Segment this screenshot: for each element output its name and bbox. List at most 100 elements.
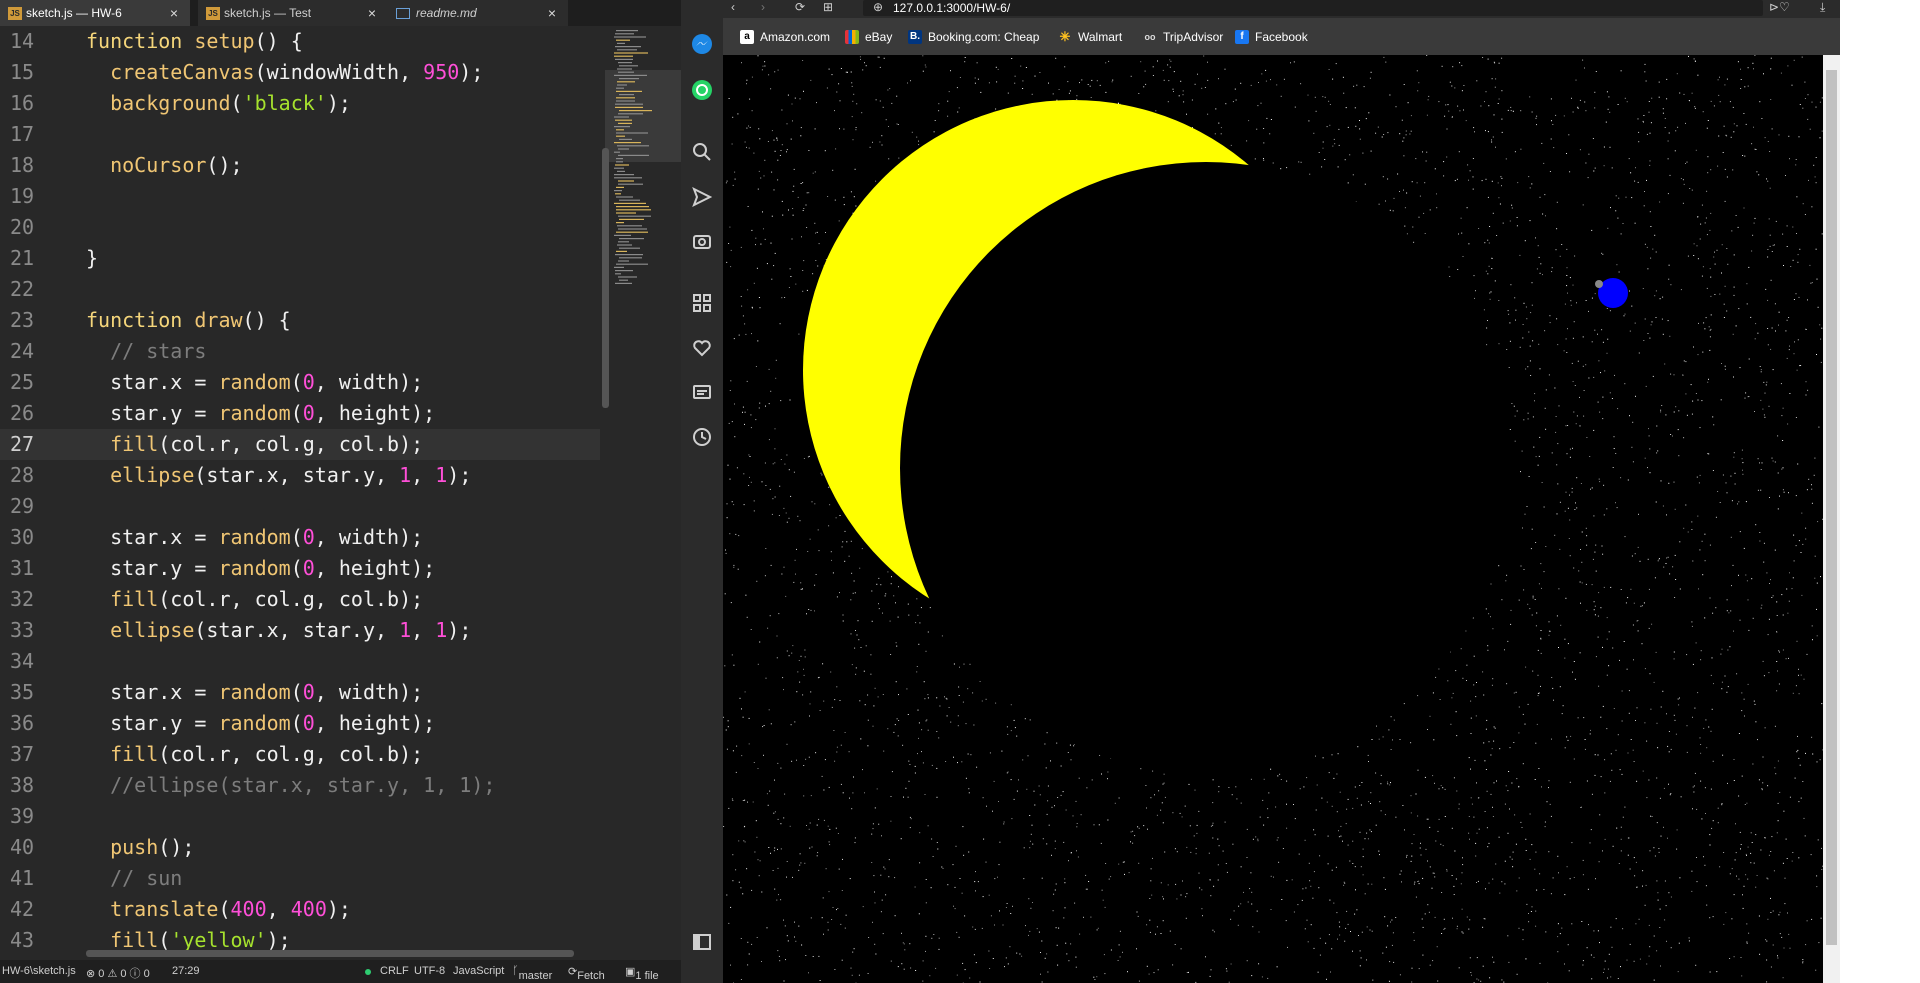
code-token: (col.r, col.g, col.b); <box>158 742 424 766</box>
code-line[interactable]: 38 //ellipse(star.x, star.y, 1, 1); <box>0 770 600 801</box>
code-token: ( <box>230 91 243 115</box>
code-line[interactable]: 32 fill(col.r, col.g, col.b); <box>0 584 600 615</box>
editor-horizontal-scrollbar[interactable] <box>86 950 574 957</box>
code-line[interactable]: 30 star.x = random(0, width); <box>0 522 600 553</box>
code-line[interactable]: 21} <box>0 243 600 274</box>
code-line[interactable]: 28 ellipse(star.x, star.y, 1, 1); <box>0 460 600 491</box>
code-line[interactable]: 17 <box>0 119 600 150</box>
code-text: fill(col.r, col.g, col.b); <box>86 584 423 615</box>
code-text: fill(col.r, col.g, col.b); <box>86 739 423 770</box>
sketch-canvas[interactable] <box>723 55 1823 983</box>
code-line[interactable]: 18 noCursor(); <box>0 150 600 181</box>
panel-icon[interactable] <box>690 930 714 954</box>
back-icon[interactable]: ‹ <box>731 0 735 14</box>
code-line[interactable]: 23 function draw() { <box>0 305 600 336</box>
status-fetch[interactable]: ⟳ Fetch <box>568 965 605 982</box>
status-files[interactable]: ▣ 1 file <box>625 965 659 982</box>
search-icon[interactable] <box>690 140 714 164</box>
minimap[interactable] <box>610 30 680 350</box>
code-line[interactable]: 20 <box>0 212 600 243</box>
code-line[interactable]: 24 // stars <box>0 336 600 367</box>
code-token: ( <box>290 680 303 704</box>
code-line[interactable]: 29 <box>0 491 600 522</box>
status-cursor-position[interactable]: 27:29 <box>172 965 200 977</box>
bookmark-walmart[interactable]: ✳ Walmart <box>1058 29 1123 45</box>
code-line[interactable]: 19 <box>0 181 600 212</box>
messenger-icon[interactable] <box>690 32 714 56</box>
code-line[interactable]: 16 background('black'); <box>0 88 600 119</box>
bookmark-tripadvisor[interactable]: oo TripAdvisor <box>1143 29 1224 45</box>
code-line[interactable]: 37 fill(col.r, col.g, col.b); <box>0 739 600 770</box>
bookmark-booking[interactable]: B. Booking.com: Cheap <box>908 29 1039 45</box>
close-icon[interactable]: × <box>170 5 178 21</box>
code-line[interactable]: 22 <box>0 274 600 305</box>
apps-icon[interactable] <box>690 291 714 315</box>
download-icon[interactable]: ⤓ <box>1820 0 1825 15</box>
code-token: ); <box>447 463 472 487</box>
bookmark-ebay[interactable]: eBay <box>845 29 892 45</box>
reload-icon[interactable]: ⟳ <box>795 0 805 14</box>
camera-icon[interactable] <box>690 229 714 253</box>
code-line[interactable]: 15 createCanvas(windowWidth, 950); <box>0 57 600 88</box>
site-info-icon[interactable]: ⊕ <box>873 0 883 14</box>
status-diagnostics[interactable]: ⊗ 0 ⚠ 0 ⓘ 0 <box>86 965 150 981</box>
code-line[interactable]: 31 star.y = random(0, height); <box>0 553 600 584</box>
code-line[interactable]: 41 // sun <box>0 863 600 894</box>
send-icon[interactable] <box>690 185 714 209</box>
minimap-line <box>615 103 643 105</box>
whatsapp-icon[interactable] <box>690 78 714 102</box>
editor-tab-bar: JS sketch.js — HW-6 × JS sketch.js — Tes… <box>0 0 681 26</box>
minimap-line <box>614 167 624 169</box>
code-line[interactable]: 14 function setup() { <box>0 26 600 57</box>
status-encoding[interactable]: UTF-8 <box>414 965 445 977</box>
minimap-line <box>618 113 643 115</box>
code-line[interactable]: 33 ellipse(star.x, star.y, 1, 1); <box>0 615 600 646</box>
facebook-icon: f <box>1235 30 1249 44</box>
close-icon[interactable]: × <box>368 5 376 21</box>
code-area[interactable]: 14 function setup() {15 createCanvas(wind… <box>0 26 600 966</box>
code-line[interactable]: 42 translate(400, 400); <box>0 894 600 925</box>
tab-sketch-test[interactable]: JS sketch.js — Test × <box>198 0 388 26</box>
bookmark-amazon[interactable]: a Amazon.com <box>740 29 830 45</box>
tab-sketch-hw6[interactable]: JS sketch.js — HW-6 × <box>0 0 190 26</box>
editor-vertical-scrollbar[interactable] <box>602 148 609 408</box>
status-line-ending[interactable]: CRLF <box>380 965 409 977</box>
code-token: 950 <box>423 60 460 84</box>
bookmarks-bar: a Amazon.com eBay B. Booking.com: Cheap … <box>723 18 1840 55</box>
code-token: fill <box>110 587 159 611</box>
close-icon[interactable]: × <box>548 5 556 21</box>
status-dot-icon <box>365 969 371 975</box>
code-token: ); <box>326 91 351 115</box>
code-line[interactable]: 25 star.x = random(0, width); <box>0 367 600 398</box>
minimap-line <box>615 254 643 256</box>
minimap-line <box>618 154 649 156</box>
code-line[interactable]: 39 <box>0 801 600 832</box>
code-line[interactable]: 27 fill(col.r, col.g, col.b); <box>0 429 600 460</box>
code-line[interactable]: 26 star.y = random(0, height); <box>0 398 600 429</box>
history-icon[interactable] <box>690 425 714 449</box>
ebay-icon <box>845 30 859 44</box>
status-file-path[interactable]: HW-6\sketch.js <box>2 965 76 977</box>
line-number: 43 <box>10 928 35 952</box>
minimap-line <box>619 199 640 201</box>
code-line[interactable]: 36 star.y = random(0, height); <box>0 708 600 739</box>
forward-icon[interactable]: › <box>761 0 765 14</box>
status-language[interactable]: JavaScript <box>453 965 504 977</box>
heart-icon[interactable] <box>690 336 714 360</box>
code-line[interactable]: 40 push(); <box>0 832 600 863</box>
reading-list-icon[interactable] <box>690 380 714 404</box>
minimap-line <box>616 263 648 265</box>
status-branch[interactable]: ᚴ master <box>512 965 552 982</box>
code-line[interactable]: 34 <box>0 646 600 677</box>
code-line[interactable]: 35 star.x = random(0, width); <box>0 677 600 708</box>
tabs-grid-icon[interactable]: ⊞ <box>823 0 833 14</box>
page-scroll-thumb[interactable] <box>1826 70 1837 945</box>
tab-readme[interactable]: readme.md × <box>388 0 568 26</box>
code-token: 400 <box>230 897 267 921</box>
url-text[interactable]: 127.0.0.1:3000/HW-6/ <box>893 1 1010 15</box>
bookmark-facebook[interactable]: f Facebook <box>1235 29 1308 45</box>
share-icon[interactable]: ⊳♡ <box>1769 0 1790 14</box>
code-token: 0 <box>302 525 315 549</box>
